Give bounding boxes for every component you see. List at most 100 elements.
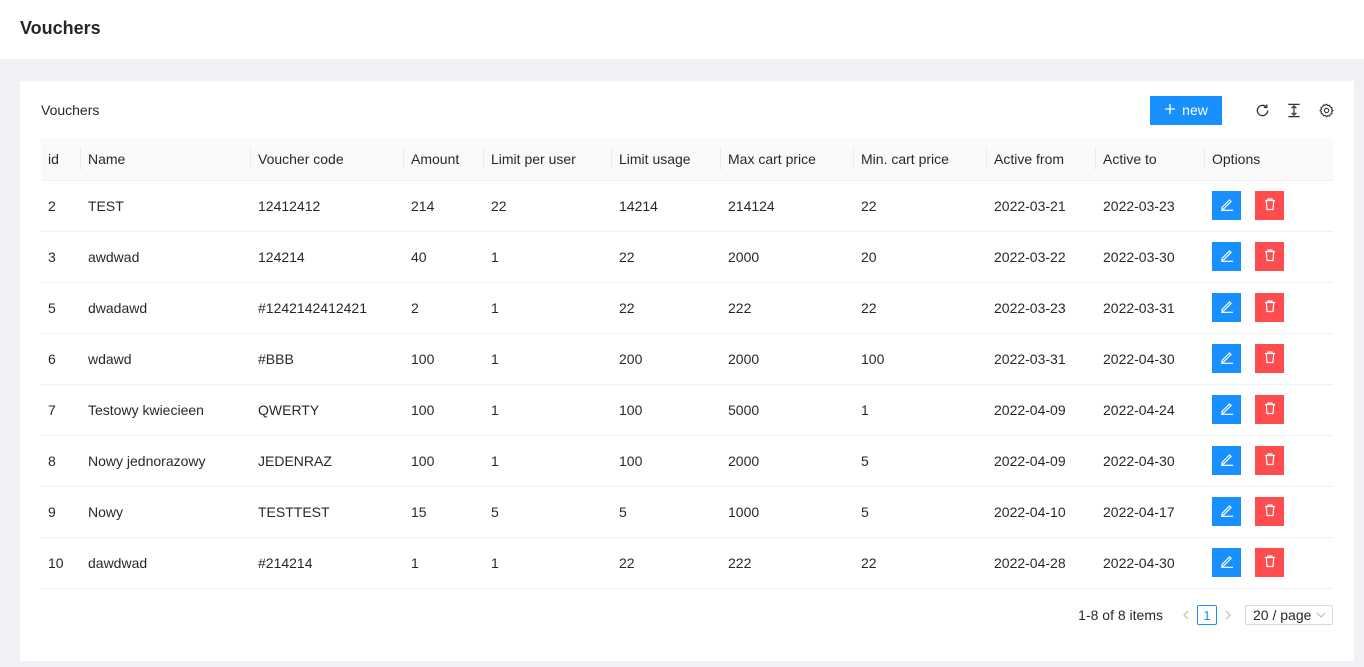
cell-limit-per-user: 5	[483, 486, 611, 538]
delete-button[interactable]	[1255, 293, 1284, 322]
cell-limit-per-user: 22	[483, 180, 611, 232]
cell-limit-usage: 22	[611, 231, 720, 283]
edit-button[interactable]	[1212, 497, 1241, 526]
next-page-button[interactable]	[1220, 604, 1236, 626]
cell-active-to: 2022-03-30	[1095, 231, 1204, 283]
table-row: 7 Testowy kwiecieen QWERTY 100 1 100 5000 1 2022…	[41, 384, 1333, 436]
setting-icon[interactable]	[1318, 102, 1334, 118]
cell-active-to: 2022-04-24	[1095, 384, 1204, 436]
cell-min-cart-price: 100	[853, 333, 986, 385]
cell-limit-usage: 5	[611, 486, 720, 538]
cell-amount: 100	[403, 435, 483, 487]
cell-min-cart-price: 22	[853, 180, 986, 232]
cell-voucher-code: #1242142412421	[250, 282, 403, 334]
column-height-icon[interactable]	[1286, 102, 1302, 118]
card-title: Vouchers	[41, 102, 100, 118]
cell-limit-usage: 100	[611, 435, 720, 487]
delete-button[interactable]	[1255, 497, 1284, 526]
cell-voucher-code: QWERTY	[250, 384, 403, 436]
new-voucher-button[interactable]: new	[1150, 95, 1222, 125]
chevron-down-icon	[1316, 612, 1326, 618]
cell-name: Nowy	[80, 486, 250, 538]
cell-voucher-code: #BBB	[250, 333, 403, 385]
edit-button[interactable]	[1212, 191, 1241, 220]
edit-button[interactable]	[1212, 446, 1241, 475]
delete-icon	[1263, 401, 1277, 418]
cell-options	[1204, 180, 1333, 232]
cell-id: 9	[41, 486, 80, 538]
edit-button[interactable]	[1212, 293, 1241, 322]
column-header-active-to[interactable]: Active to	[1095, 138, 1204, 181]
cell-name: Testowy kwiecieen	[80, 384, 250, 436]
column-header-limit-usage[interactable]: Limit usage	[611, 138, 720, 181]
column-header-active-from[interactable]: Active from	[986, 138, 1095, 181]
cell-active-from: 2022-04-09	[986, 384, 1095, 436]
cell-limit-usage: 100	[611, 384, 720, 436]
delete-icon	[1263, 299, 1277, 316]
delete-button[interactable]	[1255, 191, 1284, 220]
column-header-limit-per-user[interactable]: Limit per user	[483, 138, 611, 181]
table-row: 5 dwadawd #1242142412421 2 1 22 222 22 2022-03-2…	[41, 282, 1333, 334]
cell-voucher-code: JEDENRAZ	[250, 435, 403, 487]
cell-active-to: 2022-04-30	[1095, 537, 1204, 589]
row-actions	[1212, 548, 1325, 577]
row-actions	[1212, 497, 1325, 526]
row-actions	[1212, 293, 1325, 322]
edit-button[interactable]	[1212, 395, 1241, 424]
column-header-min-cart-price[interactable]: Min. cart price	[853, 138, 986, 181]
cell-active-from: 2022-04-28	[986, 537, 1095, 589]
table-header-row: id Name Voucher code Amount Limit per us…	[41, 138, 1333, 181]
cell-options	[1204, 333, 1333, 385]
cell-id: 8	[41, 435, 80, 487]
cell-active-from: 2022-04-09	[986, 435, 1095, 487]
page-size-select[interactable]: 20 / page	[1245, 605, 1333, 625]
cell-max-cart-price: 214124	[720, 180, 853, 232]
column-header-amount[interactable]: Amount	[403, 138, 483, 181]
delete-icon	[1263, 503, 1277, 520]
cell-options	[1204, 486, 1333, 538]
delete-button[interactable]	[1255, 344, 1284, 373]
cell-limit-usage: 14214	[611, 180, 720, 232]
column-header-id[interactable]: id	[41, 138, 80, 181]
cell-min-cart-price: 22	[853, 282, 986, 334]
edit-icon	[1220, 452, 1234, 469]
cell-limit-per-user: 1	[483, 231, 611, 283]
cell-id: 7	[41, 384, 80, 436]
cell-active-to: 2022-04-17	[1095, 486, 1204, 538]
table-row: 8 Nowy jednorazowy JEDENRAZ 100 1 100 2000 5 202…	[41, 435, 1333, 487]
cell-name: TEST	[80, 180, 250, 232]
edit-icon	[1220, 248, 1234, 265]
edit-icon	[1220, 503, 1234, 520]
delete-button[interactable]	[1255, 242, 1284, 271]
previous-page-button[interactable]	[1178, 604, 1194, 626]
edit-icon	[1220, 554, 1234, 571]
column-header-name[interactable]: Name	[80, 138, 250, 181]
cell-limit-per-user: 1	[483, 384, 611, 436]
cell-id: 6	[41, 333, 80, 385]
edit-button[interactable]	[1212, 548, 1241, 577]
cell-id: 2	[41, 180, 80, 232]
column-header-max-cart-price[interactable]: Max cart price	[720, 138, 853, 181]
edit-button[interactable]	[1212, 242, 1241, 271]
cell-active-from: 2022-03-21	[986, 180, 1095, 232]
cell-active-from: 2022-03-23	[986, 282, 1095, 334]
cell-amount: 1	[403, 537, 483, 589]
cell-min-cart-price: 20	[853, 231, 986, 283]
reload-icon[interactable]	[1254, 102, 1270, 118]
plus-icon	[1164, 102, 1176, 118]
delete-button[interactable]	[1255, 395, 1284, 424]
column-header-voucher-code[interactable]: Voucher code	[250, 138, 403, 181]
delete-icon	[1263, 452, 1277, 469]
table-row: 2 TEST 12412412 214 22 14214 214124 22 2022-03-2…	[41, 180, 1333, 232]
page-number-item[interactable]: 1	[1197, 605, 1217, 625]
cell-options	[1204, 537, 1333, 589]
delete-button[interactable]	[1255, 446, 1284, 475]
cell-min-cart-price: 5	[853, 486, 986, 538]
cell-max-cart-price: 2000	[720, 435, 853, 487]
cell-limit-per-user: 1	[483, 282, 611, 334]
edit-button[interactable]	[1212, 344, 1241, 373]
cell-active-from: 2022-03-22	[986, 231, 1095, 283]
row-actions	[1212, 242, 1325, 271]
cell-max-cart-price: 1000	[720, 486, 853, 538]
delete-button[interactable]	[1255, 548, 1284, 577]
